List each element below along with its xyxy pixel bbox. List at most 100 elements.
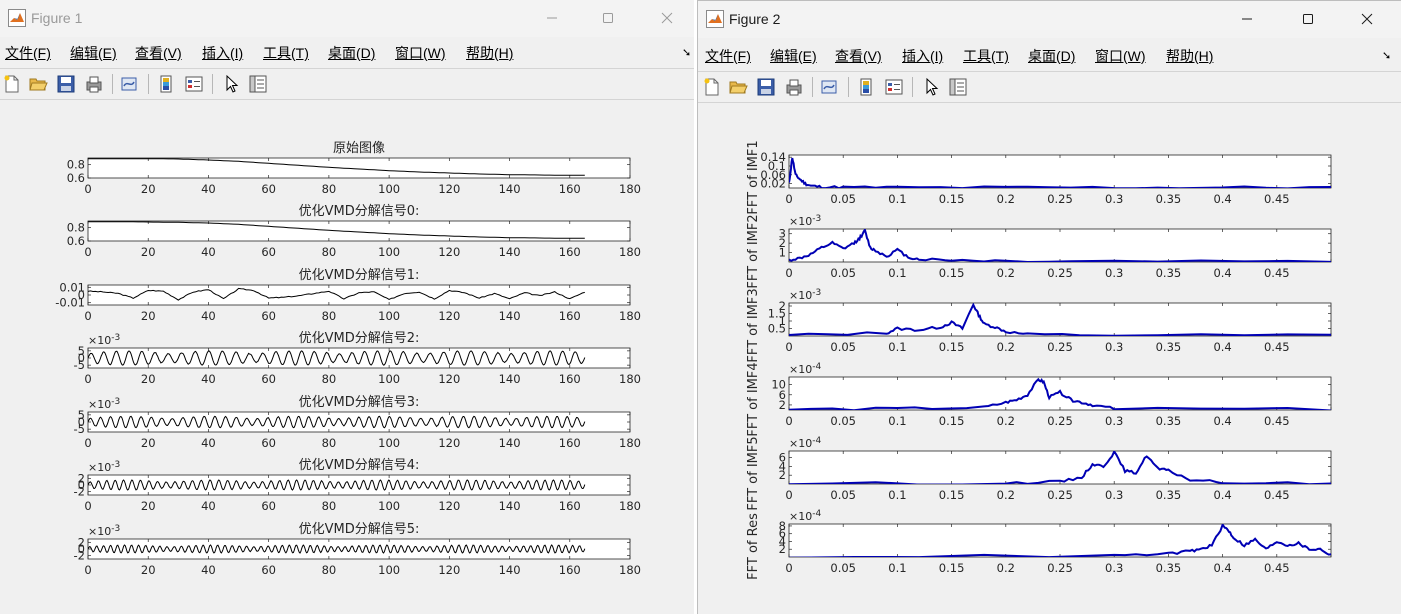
legend-icon[interactable] (884, 77, 904, 97)
open-folder-icon[interactable] (28, 74, 48, 94)
figure-1-canvas: 0 20 40 60 80 100 120 140 160 180 0.8 0.6 原始图像 0 20 40 6… (0, 100, 694, 614)
subplot-title: 优化VMD分解信号5: (299, 522, 420, 537)
minimize-button[interactable] (529, 0, 575, 36)
dock-arrow-icon[interactable]: ➘ (682, 46, 691, 59)
menu-bar: 文件(F) 编辑(E) 查看(V) 插入(I) 工具(T) 桌面(D) 窗口(W… (0, 40, 694, 65)
x-tick-label: 0.45 (1264, 192, 1290, 206)
close-button[interactable] (644, 0, 690, 36)
y-tick-label: 0.02 (760, 177, 786, 191)
menu-tools[interactable]: 工具(T) (263, 43, 309, 63)
x-tick-label: 160 (559, 182, 581, 196)
open-folder-icon[interactable] (728, 77, 748, 97)
x-tick-label: 0 (785, 561, 792, 575)
new-figure-icon[interactable] (2, 74, 22, 94)
menu-window[interactable]: 窗口(W) (1095, 46, 1146, 66)
property-editor-icon[interactable] (248, 74, 268, 94)
menu-view[interactable]: 查看(V) (835, 46, 882, 66)
y-tick-label: -2 (74, 485, 85, 499)
subplot-title: 优化VMD分解信号4: (299, 458, 420, 473)
x-tick-label: 40 (201, 436, 216, 450)
x-tick-label: 0.3 (1105, 266, 1123, 280)
pointer-icon[interactable] (222, 74, 242, 94)
maximize-icon (603, 13, 613, 23)
x-tick-label: 0.1 (888, 266, 906, 280)
menu-edit[interactable]: 编辑(E) (70, 43, 117, 63)
menu-tools[interactable]: 工具(T) (963, 46, 1009, 66)
menu-edit[interactable]: 编辑(E) (770, 46, 817, 66)
save-icon[interactable] (756, 77, 776, 97)
plot-area (788, 376, 1332, 411)
x-tick-label: 0.2 (997, 192, 1015, 206)
maximize-button[interactable] (585, 0, 631, 36)
axis-exponent-label: ×10-4 (789, 436, 821, 450)
menu-desktop[interactable]: 桌面(D) (328, 43, 375, 63)
x-tick-label: 160 (559, 309, 581, 323)
close-button[interactable] (1344, 1, 1390, 37)
x-tick-label: 0.1 (888, 561, 906, 575)
x-tick-label: 0.2 (997, 488, 1015, 502)
menu-insert[interactable]: 插入(I) (902, 46, 943, 66)
x-tick-label: 0.05 (830, 266, 856, 280)
subplot-fig2-1: 0 0.05 0.1 0.15 0.2 0.25 0.3 0.35 0.4 0.45321×10-… (746, 214, 1332, 289)
dock-arrow-icon[interactable]: ➘ (1382, 49, 1391, 62)
menu-bar: 文件(F) 编辑(E) 查看(V) 插入(I) 工具(T) 桌面(D) 窗口(W… (698, 43, 1401, 68)
x-tick-label: 0.15 (939, 561, 965, 575)
x-tick-label: 0.4 (1213, 266, 1231, 280)
title-bar[interactable]: Figure 2 (698, 1, 1401, 38)
x-tick-label: 180 (619, 499, 641, 513)
menu-window[interactable]: 窗口(W) (395, 43, 446, 63)
y-tick-label: 2 (779, 398, 786, 412)
link-plot-icon[interactable] (819, 77, 839, 97)
matlab-logo-icon (8, 9, 26, 27)
plot-area (87, 347, 631, 369)
x-tick-label: 0.2 (997, 340, 1015, 354)
x-tick-label: 120 (438, 563, 460, 577)
x-tick-label: 160 (559, 563, 581, 577)
x-tick-label: 0.2 (997, 266, 1015, 280)
title-bar[interactable]: Figure 1 (0, 0, 694, 37)
y-tick-label: -2 (74, 549, 85, 563)
x-tick-label: 40 (201, 563, 216, 577)
x-tick-label: 0 (785, 340, 792, 354)
menu-insert[interactable]: 插入(I) (202, 43, 243, 63)
menu-file[interactable]: 文件(F) (5, 43, 51, 63)
subplot-fig1-2: 0 20 40 60 80 100 120 140 160 1800.010-0.01优化VMD分… (55, 268, 641, 323)
x-tick-label: 0.05 (830, 488, 856, 502)
toolbar-separator (848, 77, 849, 97)
figure-2-plots: 0 0.05 0.1 0.15 0.2 0.25 0.3 0.35 0.4 0.450.140.1… (746, 140, 1332, 580)
figure-2-window: Figure 2 文件(F) 编辑(E) 查看(V) 插入(I) 工具(T) 桌… (697, 0, 1401, 614)
subplot-fig2-5: 0 0.05 0.1 0.15 0.2 0.25 0.3 0.35 0.4 0.458642×10… (746, 509, 1332, 580)
menu-help[interactable]: 帮助(H) (1166, 46, 1213, 66)
maximize-button[interactable] (1285, 1, 1331, 37)
subplot-fig2-4: 0 0.05 0.1 0.15 0.2 0.25 0.3 0.35 0.4 0.45642×10-… (746, 436, 1332, 511)
x-tick-label: 0.35 (1156, 266, 1182, 280)
subplot-fig1-6: 0 20 40 60 80 100 120 140 160 18020-2×10-3 优化VMD分解… (74, 522, 641, 577)
new-figure-icon[interactable] (702, 77, 722, 97)
print-icon[interactable] (84, 74, 104, 94)
save-icon[interactable] (56, 74, 76, 94)
toolbar-separator (148, 74, 149, 94)
x-tick-label: 100 (378, 563, 400, 577)
menu-file[interactable]: 文件(F) (705, 46, 751, 66)
menu-help[interactable]: 帮助(H) (466, 43, 513, 63)
menu-view[interactable]: 查看(V) (135, 43, 182, 63)
x-tick-label: 120 (438, 499, 460, 513)
property-editor-icon[interactable] (948, 77, 968, 97)
menu-desktop[interactable]: 桌面(D) (1028, 46, 1075, 66)
link-plot-icon[interactable] (119, 74, 139, 94)
x-tick-label: 80 (322, 309, 337, 323)
x-tick-label: 0 (785, 192, 792, 206)
print-icon[interactable] (784, 77, 804, 97)
x-tick-label: 0.05 (830, 340, 856, 354)
legend-icon[interactable] (184, 74, 204, 94)
x-tick-label: 0.4 (1213, 561, 1231, 575)
y-axis-label: FFT of Res (746, 513, 761, 580)
colorbar-icon[interactable] (856, 77, 876, 97)
close-icon (661, 12, 673, 24)
minimize-button[interactable] (1224, 1, 1270, 37)
subplot-fig1-3: 0 20 40 60 80 100 120 140 160 18050-5×10-3 优化VMD分解… (74, 331, 641, 386)
pointer-icon[interactable] (922, 77, 942, 97)
colorbar-icon[interactable] (156, 74, 176, 94)
x-tick-label: 0.45 (1264, 488, 1290, 502)
x-tick-label: 0.2 (997, 414, 1015, 428)
